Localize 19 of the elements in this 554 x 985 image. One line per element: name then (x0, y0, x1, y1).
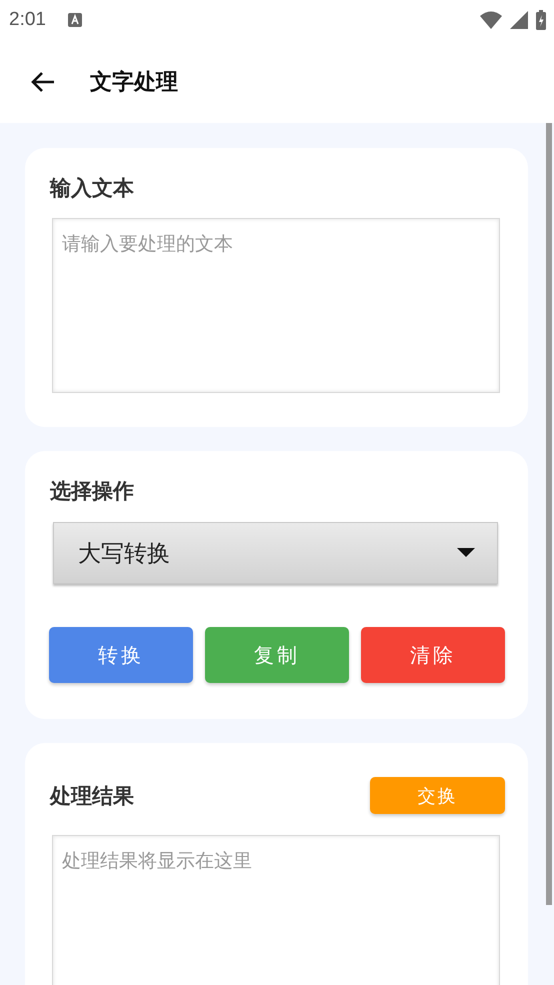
action-button[interactable]: 清除 (361, 627, 505, 683)
dropdown-caret-icon (457, 548, 475, 558)
battery-charging-icon (536, 10, 546, 30)
operation-dropdown[interactable]: 大写转换 (53, 522, 498, 584)
scrollbar[interactable] (546, 123, 552, 905)
action-button[interactable]: 复制 (205, 627, 349, 683)
action-button[interactable]: 转换 (49, 627, 193, 683)
keyboard-notification-icon (68, 13, 82, 27)
signal-icon (510, 11, 528, 29)
swap-button[interactable]: 交换 (370, 777, 505, 814)
input-text-field[interactable]: 请输入要处理的文本 (52, 218, 500, 393)
result-text-field[interactable]: 处理结果将显示在这里 (52, 835, 500, 985)
wifi-icon (480, 11, 502, 29)
status-time: 2:01 (9, 9, 46, 31)
section-title: 处理结果 (50, 782, 134, 810)
screen-title: 文字处理 (90, 68, 178, 96)
back-arrow-icon[interactable] (30, 70, 56, 92)
section-title: 输入文本 (50, 175, 135, 202)
section-title: 选择操作 (50, 478, 135, 505)
